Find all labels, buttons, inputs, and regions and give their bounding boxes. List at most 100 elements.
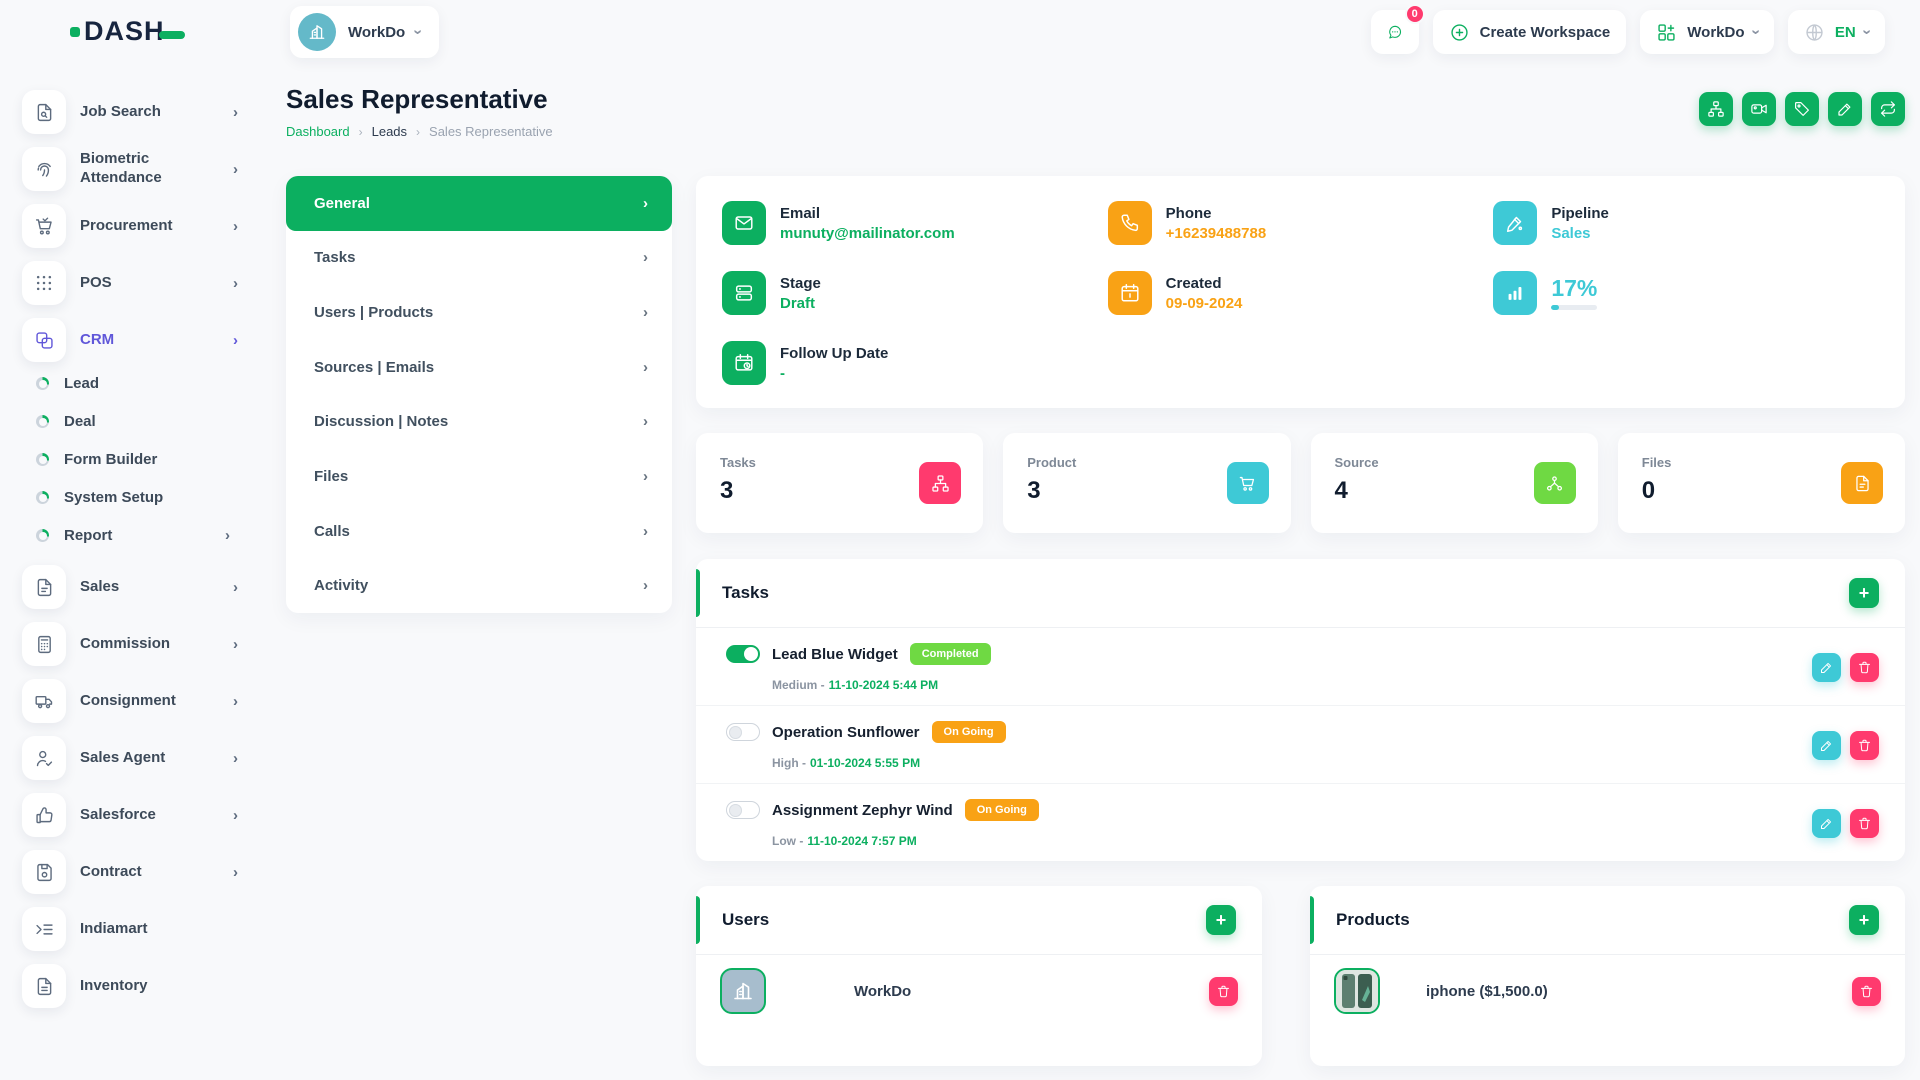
trash-icon	[1857, 816, 1872, 831]
sidebar-item-pos[interactable]: POS ›	[22, 261, 238, 305]
sidebar-item-indiamart[interactable]: Indiamart	[22, 907, 238, 951]
tab-tasks[interactable]: Tasks›	[286, 231, 672, 286]
sidebar-item-form-builder[interactable]: Form Builder	[36, 451, 238, 468]
chevron-right-icon: ›	[233, 218, 238, 235]
sidebar-item-salesforce[interactable]: Salesforce ›	[22, 793, 238, 837]
delete-product-button[interactable]	[1852, 977, 1881, 1006]
progress-percent: 17%	[1551, 277, 1597, 300]
trash-icon	[1859, 984, 1874, 999]
chevron-right-icon: ›	[643, 195, 648, 212]
chevron-right-icon: ›	[643, 413, 648, 430]
task-row: Assignment Zephyr Wind On Going Low -11-…	[696, 784, 1905, 861]
add-user-button[interactable]: +	[1206, 905, 1236, 935]
edit-lead-button[interactable]	[1828, 92, 1862, 126]
chevron-down-icon: ›	[233, 332, 238, 349]
pipeline-value: Sales	[1551, 225, 1609, 242]
page-title: Sales Representative	[286, 84, 1905, 115]
file-text-icon	[22, 964, 66, 1008]
add-product-button[interactable]: +	[1849, 905, 1879, 935]
create-workspace-button[interactable]: Create Workspace	[1433, 10, 1627, 54]
chevron-right-icon: ›	[643, 577, 648, 594]
breadcrumb-dashboard-link[interactable]: Dashboard	[286, 124, 350, 139]
task-complete-toggle[interactable]	[726, 645, 760, 663]
workspace-switcher-label: WorkDo	[1687, 24, 1744, 41]
sidebar-item-contract[interactable]: Contract ›	[22, 850, 238, 894]
logo-bar-icon	[159, 31, 185, 39]
labels-button[interactable]	[1699, 92, 1733, 126]
stats-row: Tasks 3 Product 3 Source 4 Files 0	[696, 433, 1905, 533]
procurement-cart-icon	[22, 204, 66, 248]
loader-circle-icon	[36, 415, 49, 428]
workspace-avatar-building-icon	[298, 13, 336, 51]
language-selector[interactable]: EN ›	[1788, 10, 1885, 54]
tab-sources-emails[interactable]: Sources | Emails›	[286, 340, 672, 395]
pencil-icon	[1819, 660, 1834, 675]
tab-users-products[interactable]: Users | Products›	[286, 285, 672, 340]
overview-progress: 17%	[1493, 271, 1879, 315]
task-complete-toggle[interactable]	[726, 801, 760, 819]
tab-calls[interactable]: Calls›	[286, 504, 672, 559]
stat-card-source: Source 4	[1311, 433, 1598, 533]
chevron-right-icon: ›	[233, 864, 238, 881]
chevron-right-icon: ›	[233, 693, 238, 710]
grid-plus-icon	[1656, 22, 1677, 43]
sidebar-item-commission[interactable]: Commission ›	[22, 622, 238, 666]
workspace-selector[interactable]: WorkDo ›	[290, 6, 439, 58]
bar-chart-icon	[1493, 271, 1537, 315]
add-task-button[interactable]: +	[1849, 578, 1879, 608]
sitemap-icon	[919, 462, 961, 504]
sidebar-item-consignment[interactable]: Consignment ›	[22, 679, 238, 723]
sidebar-item-job-search[interactable]: Job Search ›	[22, 90, 238, 134]
tab-activity[interactable]: Activity›	[286, 558, 672, 613]
tab-discussion-notes[interactable]: Discussion | Notes›	[286, 395, 672, 450]
edit-task-button[interactable]	[1812, 653, 1841, 682]
task-priority: High -	[772, 756, 806, 770]
sidebar-item-inventory[interactable]: Inventory	[22, 964, 238, 1008]
meeting-button[interactable]	[1742, 92, 1776, 126]
sidebar-item-deal[interactable]: Deal	[36, 413, 238, 430]
progress-bar	[1551, 305, 1597, 310]
sidebar-item-system-setup[interactable]: System Setup	[36, 489, 238, 506]
messages-button[interactable]: 0	[1371, 10, 1419, 54]
sidebar-item-report[interactable]: Report ›	[36, 527, 238, 544]
save-icon	[22, 850, 66, 894]
tab-general[interactable]: General›	[286, 176, 672, 231]
delete-task-button[interactable]	[1850, 653, 1879, 682]
delete-user-button[interactable]	[1209, 977, 1238, 1006]
sidebar-item-crm[interactable]: CRM ›	[22, 318, 238, 362]
delete-task-button[interactable]	[1850, 731, 1879, 760]
convert-arrows-icon	[1879, 100, 1897, 118]
task-row: Operation Sunflower On Going High -01-10…	[696, 706, 1905, 784]
edit-task-button[interactable]	[1812, 731, 1841, 760]
tag-button[interactable]	[1785, 92, 1819, 126]
edit-task-button[interactable]	[1812, 809, 1841, 838]
sidebar-item-lead[interactable]: Lead	[36, 375, 238, 392]
overview-stage: StageDraft	[722, 271, 1108, 315]
mail-icon	[722, 201, 766, 245]
user-check-icon	[22, 736, 66, 780]
page-actions	[1699, 92, 1905, 126]
follow-up-value: -	[780, 365, 888, 382]
phone-icon	[1108, 201, 1152, 245]
workspace-switcher[interactable]: WorkDo ›	[1640, 10, 1774, 54]
overview-pipeline: PipelineSales	[1493, 201, 1879, 245]
workspace-name: WorkDo	[348, 24, 405, 41]
convert-lead-button[interactable]	[1871, 92, 1905, 126]
sidebar-item-biometric-attendance[interactable]: Biometric Attendance ›	[22, 147, 238, 191]
breadcrumb-leads-link[interactable]: Leads	[372, 124, 407, 139]
logo-dot-icon	[70, 27, 80, 37]
tab-files[interactable]: Files›	[286, 449, 672, 504]
sidebar-item-procurement[interactable]: Procurement ›	[22, 204, 238, 248]
app-logo[interactable]: DASH	[70, 16, 185, 47]
product-image	[1334, 968, 1380, 1014]
chevron-right-icon: ›	[359, 125, 363, 139]
calculator-icon	[22, 622, 66, 666]
thumbs-up-icon	[22, 793, 66, 837]
grid-dots-icon	[22, 261, 66, 305]
chevron-right-icon: ›	[233, 104, 238, 121]
products-section-title: Products	[1336, 910, 1410, 930]
task-complete-toggle[interactable]	[726, 723, 760, 741]
sidebar-item-sales-agent[interactable]: Sales Agent ›	[22, 736, 238, 780]
delete-task-button[interactable]	[1850, 809, 1879, 838]
sidebar-item-sales[interactable]: Sales ›	[22, 565, 238, 609]
